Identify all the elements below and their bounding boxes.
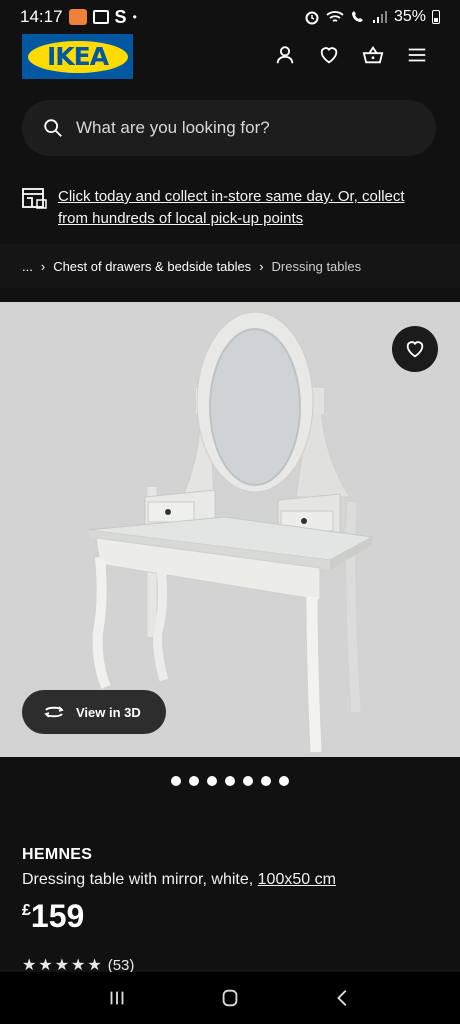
heart-icon (406, 341, 424, 358)
pager-dot[interactable] (225, 776, 235, 786)
product-image-gallery[interactable]: View in 3D (0, 302, 460, 757)
signal-icon (372, 11, 387, 23)
chevron-right-icon: › (259, 258, 264, 274)
battery-icon (432, 10, 440, 24)
battery-percent: 35% (393, 8, 426, 25)
product-description-text: Dressing table with mirror, white, (22, 871, 254, 888)
gallery-icon (92, 10, 109, 24)
home-icon[interactable] (219, 987, 241, 1009)
profile-icon[interactable] (274, 44, 296, 66)
alarm-icon (305, 11, 319, 25)
status-bar: 14:17 S • 35% (0, 0, 460, 34)
pager-dot[interactable] (207, 776, 217, 786)
s-icon: S (114, 6, 127, 27)
pager-dot[interactable] (171, 776, 181, 786)
view-in-3d-label: View in 3D (76, 704, 141, 720)
wifi-calling-icon (351, 11, 363, 22)
site-header: IKEA (0, 34, 460, 82)
wifi-icon (326, 11, 344, 22)
product-description: Dressing table with mirror, white, 100x5… (22, 871, 336, 889)
pager-dot[interactable] (189, 776, 199, 786)
image-pager (0, 776, 460, 786)
pager-dot[interactable] (243, 776, 253, 786)
click-collect-banner: Click today and collect in-store same da… (22, 186, 442, 230)
view-in-3d-button[interactable]: View in 3D (22, 690, 166, 734)
recent-apps-icon[interactable] (106, 987, 128, 1009)
price-currency: £ (22, 902, 31, 919)
add-to-favourites-button[interactable] (392, 326, 438, 372)
menu-icon[interactable] (406, 44, 428, 66)
basket-icon[interactable] (362, 44, 384, 66)
ikea-logo[interactable]: IKEA (22, 34, 133, 79)
product-name: HEMNES (22, 846, 93, 863)
rotate-3d-icon (44, 706, 64, 718)
back-icon[interactable] (332, 987, 354, 1009)
search-bar[interactable] (22, 100, 436, 156)
price-amount: 159 (30, 898, 85, 934)
store-pickup-icon (22, 186, 48, 230)
pager-dot[interactable] (261, 776, 271, 786)
status-time: 14:17 (20, 7, 63, 26)
search-input[interactable] (76, 118, 396, 138)
pager-dot[interactable] (279, 776, 289, 786)
click-collect-link[interactable]: Click today and collect in-store same da… (58, 186, 438, 230)
notification-badge-icon (68, 9, 87, 25)
more-notifications-icon: • (132, 10, 137, 24)
breadcrumb-item-chest-of-drawers[interactable]: Chest of drawers & bedside tables (53, 259, 251, 274)
system-navigation-bar (0, 972, 460, 1024)
product-photo-dressing-table (87, 311, 374, 753)
heart-icon[interactable] (318, 44, 340, 66)
chevron-right-icon: › (40, 258, 46, 274)
rating-count: (53) (107, 956, 135, 974)
product-size-link[interactable]: 100x50 cm (258, 871, 336, 888)
breadcrumb-ellipsis[interactable]: ... (22, 259, 33, 274)
logo-text: IKEA (46, 42, 109, 71)
search-icon (44, 119, 62, 137)
breadcrumb-item-dressing-tables[interactable]: Dressing tables (272, 259, 362, 274)
product-price: £ 159 (22, 898, 84, 935)
breadcrumb: ... › Chest of drawers & bedside tables … (0, 244, 460, 288)
